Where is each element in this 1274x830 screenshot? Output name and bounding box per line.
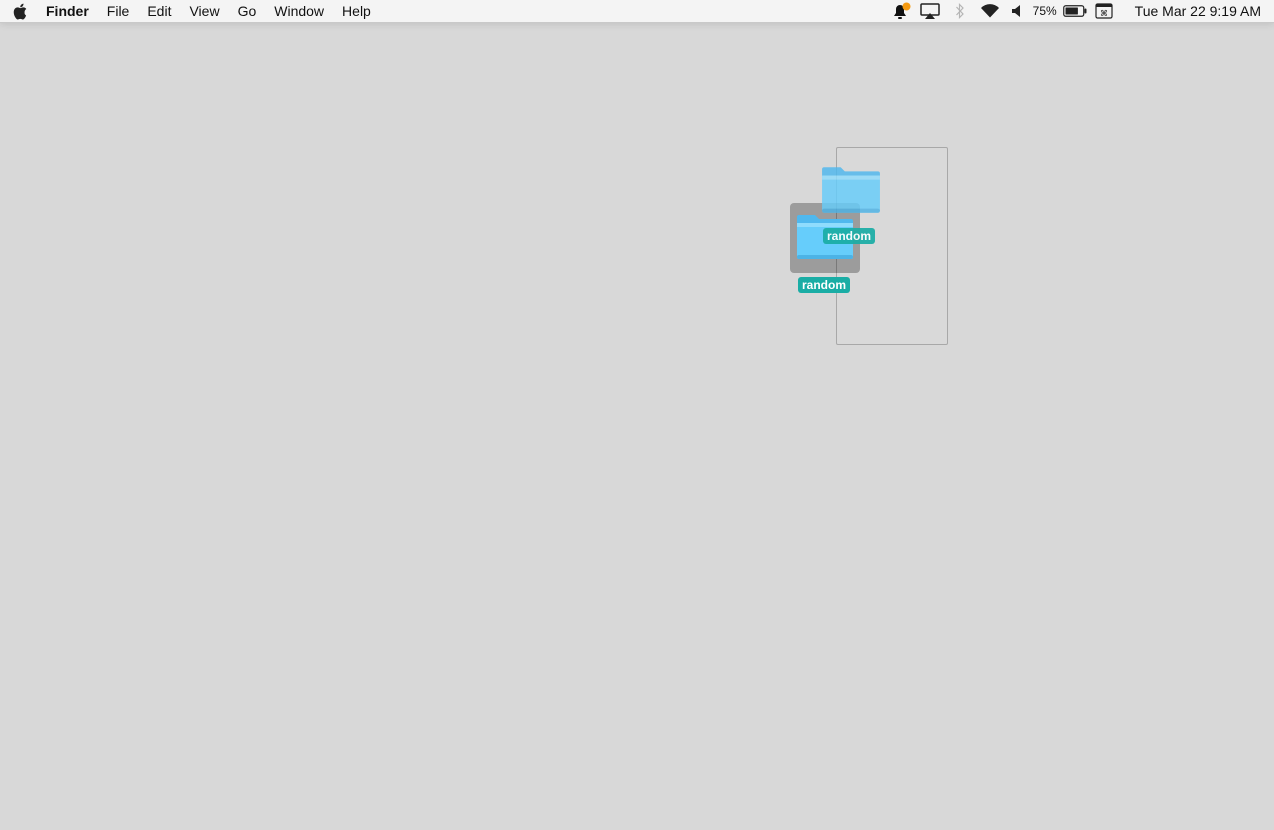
menu-bar: Finder File Edit View Go Window Help 75%… xyxy=(0,0,1274,23)
volume-icon[interactable] xyxy=(1005,0,1029,22)
bluetooth-icon[interactable] xyxy=(945,0,975,22)
folder-label[interactable]: random xyxy=(798,277,851,293)
menu-view[interactable]: View xyxy=(189,0,219,22)
folder-drag-ghost-icon xyxy=(820,165,882,220)
menu-finder[interactable]: Finder xyxy=(46,0,89,22)
battery-icon[interactable] xyxy=(1061,0,1089,22)
apple-logo-icon[interactable] xyxy=(13,2,29,20)
menu-clock[interactable]: Tue Mar 22 9:19 AM xyxy=(1135,3,1261,19)
airplay-icon[interactable] xyxy=(915,0,945,22)
folder-drag-ghost-label: random xyxy=(823,228,876,244)
wifi-icon[interactable] xyxy=(975,0,1005,22)
desktop[interactable]: random random xyxy=(0,23,1274,830)
keyboard-input-icon[interactable]: ⌘ xyxy=(1089,0,1119,22)
svg-text:⌘: ⌘ xyxy=(1100,9,1108,18)
menu-help[interactable]: Help xyxy=(342,0,371,22)
status-area: 75% ⌘ Tue Mar 22 9:19 AM xyxy=(889,0,1274,22)
battery-percentage: 75% xyxy=(1032,4,1057,18)
menu-go[interactable]: Go xyxy=(238,0,257,22)
menu-file[interactable]: File xyxy=(107,0,130,22)
menu-edit[interactable]: Edit xyxy=(147,0,171,22)
menu-window[interactable]: Window xyxy=(274,0,324,22)
notification-bell-icon[interactable] xyxy=(889,0,915,22)
